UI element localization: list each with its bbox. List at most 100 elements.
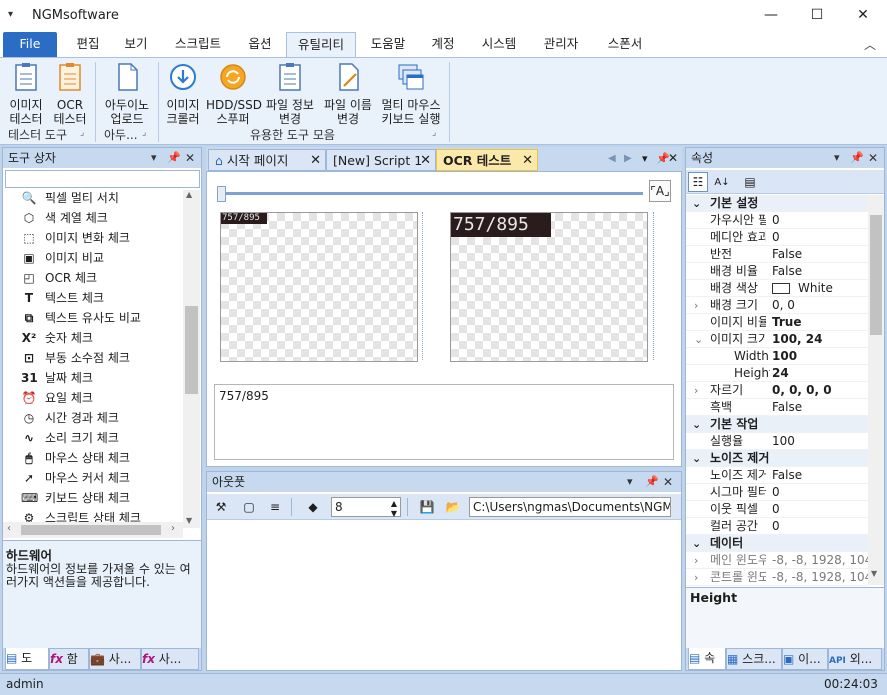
tab-utility[interactable]: 유틸리티 [286, 32, 356, 58]
tab-script[interactable]: 스크립트 [160, 32, 236, 57]
property-value[interactable]: 0, 0, 0, 0 [772, 382, 868, 399]
panel-menu-icon[interactable]: ▾ [151, 148, 157, 168]
property-row[interactable]: 배경 색상 White [686, 280, 868, 297]
toolbox-item[interactable]: 🔍 픽셀 멀티 서치 [22, 190, 119, 208]
source-zoom-slider[interactable] [422, 212, 428, 360]
property-category[interactable]: ⌄ 기본 설정 [686, 195, 868, 212]
file-rename-button[interactable]: 파일 이름 변경 [320, 62, 376, 126]
toolbox-item[interactable]: ➚ 마우스 커서 체크 [24, 468, 130, 488]
close-button[interactable]: ✕ [840, 0, 886, 32]
save-output-button[interactable]: 💾 [417, 497, 437, 517]
ocr-run-button[interactable]: ⌜A⌟ [649, 180, 671, 202]
alphabetical-view-button[interactable]: A↓ [712, 172, 732, 192]
close-icon[interactable]: ✕ [185, 148, 195, 168]
property-value[interactable]: White [772, 280, 868, 297]
property-value[interactable]: False [772, 399, 868, 416]
toolbox-item[interactable]: ⬚ 이미지 변화 체크 [23, 228, 130, 248]
property-pages-button[interactable]: ▤ [740, 172, 760, 192]
property-row[interactable]: › 메인 윈도우 -8, -8, 1928, 1048 [686, 552, 868, 569]
multi-mouse-keyboard-button[interactable]: 멀티 마우스 키보드 실행 [377, 62, 445, 126]
property-row[interactable]: 이웃 픽셀 0 [686, 501, 868, 518]
property-row[interactable]: 컬러 공간 0 [686, 518, 868, 535]
functions-tab[interactable]: fx 함 [49, 648, 89, 670]
property-category[interactable]: ⌄ 데이터 [686, 535, 868, 552]
word-wrap-button[interactable]: ≡ [265, 497, 285, 517]
property-value[interactable]: 100 [772, 433, 868, 450]
property-row[interactable]: 배경 비율 False [686, 263, 868, 280]
property-value[interactable]: False [772, 263, 868, 280]
file-info-change-button[interactable]: 파일 정보 변경 [262, 62, 318, 126]
toolbox-item[interactable]: T 텍스트 체크 [25, 288, 104, 308]
toolbox-item[interactable]: X² 숫자 체크 [22, 328, 93, 348]
tab-options[interactable]: 옵션 [236, 32, 284, 57]
threshold-slider-track[interactable] [217, 192, 643, 195]
property-value[interactable]: 24 [772, 365, 868, 382]
panel-menu-icon[interactable]: ▾ [834, 148, 840, 168]
collapse-icon[interactable]: ⌄ [692, 195, 701, 212]
property-value[interactable]: 0 [772, 212, 868, 229]
property-value[interactable]: 0 [772, 484, 868, 501]
property-value[interactable]: 0 [772, 518, 868, 535]
property-row[interactable]: 실행율 100 [686, 433, 868, 450]
script-tab[interactable]: ▦ 스크... [726, 648, 782, 670]
tab-system[interactable]: 시스템 [470, 32, 528, 57]
property-value[interactable]: 100, 24 [772, 331, 868, 348]
scroll-tabs-left-icon[interactable]: ◀ [608, 153, 616, 164]
property-scrollbar[interactable]: ▼ [868, 195, 884, 585]
output-path-field[interactable]: C:\Users\ngmas\Documents\NGM6\ [469, 497, 671, 517]
property-row[interactable]: › 콘트롤 윈도우 -8, -8, 1928, 1048 [686, 569, 868, 586]
toolbox-scrollbar[interactable]: ▲ ▼ [183, 190, 200, 528]
pin-icon[interactable]: 📌 [850, 148, 864, 168]
scroll-thumb[interactable] [870, 215, 882, 335]
panel-menu-icon[interactable]: ▾ [627, 472, 633, 492]
scroll-up-icon[interactable]: ▲ [186, 190, 192, 199]
close-tab-icon[interactable]: ✕ [420, 150, 431, 171]
toolbox-item[interactable]: ⏰ 요일 체크 [22, 388, 93, 408]
property-category[interactable]: ⌄ 기본 작업 [686, 416, 868, 433]
property-value[interactable]: 0 [772, 501, 868, 518]
property-row[interactable]: › 배경 크기 0, 0 [686, 297, 868, 314]
expand-icon[interactable]: › [694, 552, 698, 569]
tab-admin[interactable]: 관리자 [530, 32, 592, 57]
close-icon[interactable]: ✕ [663, 472, 673, 492]
hscroll-thumb[interactable] [21, 525, 161, 535]
toolbox-item[interactable]: ◷ 시간 경과 체크 [24, 408, 119, 428]
threshold-slider-thumb[interactable] [217, 186, 226, 202]
property-value[interactable]: False [772, 246, 868, 263]
pin-icon[interactable]: 📌 [167, 148, 181, 168]
debug-run-button[interactable]: ⚒ [211, 497, 231, 517]
property-value[interactable]: 0 [772, 229, 868, 246]
toolbox-item[interactable]: 31 날짜 체크 [21, 368, 93, 388]
scroll-tabs-right-icon[interactable]: ▶ [624, 153, 632, 164]
collapse-icon[interactable]: ⌄ [692, 450, 701, 467]
tab-script-1[interactable]: [New] Script 1 ✕ [326, 149, 436, 171]
toolbox-item[interactable]: ⬡ 색 계열 체크 [24, 208, 108, 228]
group-launcher-icon[interactable]: ⌟ [80, 128, 84, 138]
toolbox-item[interactable]: ⊡ 부동 소수점 체크 [24, 348, 130, 368]
briefcase-tab[interactable]: 💼 사... [89, 648, 141, 670]
close-icon[interactable]: ✕ [868, 148, 878, 168]
image-crawler-button[interactable]: 이미지 크롤러 [162, 62, 204, 126]
property-value[interactable]: True [772, 314, 868, 331]
property-row[interactable]: › 자르기 0, 0, 0, 0 [686, 382, 868, 399]
tab-list-icon[interactable]: ▾ [642, 152, 648, 165]
image-tester-button[interactable]: 이미지 테스터 [6, 62, 46, 126]
pin-icon[interactable]: 📌 [645, 472, 659, 492]
image-tab[interactable]: ▣ 이... [782, 648, 828, 670]
property-value[interactable]: 0, 0 [772, 297, 868, 314]
close-doc-icon[interactable]: ✕ [668, 151, 678, 165]
toolbox-tab[interactable]: ▤ 도 [5, 648, 49, 670]
property-value[interactable]: 100 [772, 348, 868, 365]
clear-output-button[interactable]: ◆ [303, 497, 323, 517]
tab-account[interactable]: 계정 [418, 32, 468, 57]
property-row[interactable]: ⌄ 이미지 크기 100, 24 [686, 331, 868, 348]
scroll-right-icon[interactable]: › [171, 523, 175, 534]
tab-ocr-test[interactable]: OCR 테스트 ✕ [436, 149, 538, 171]
close-tab-icon[interactable]: ✕ [522, 150, 533, 171]
group-launcher-icon[interactable]: ⌟ [142, 128, 146, 138]
properties-tab[interactable]: ▤ 속 [688, 648, 726, 670]
property-row[interactable]: 흑백 False [686, 399, 868, 416]
tab-help[interactable]: 도움말 [360, 32, 416, 57]
tab-sponsor[interactable]: 스폰서 [594, 32, 656, 57]
scroll-left-icon[interactable]: ‹ [7, 523, 11, 534]
